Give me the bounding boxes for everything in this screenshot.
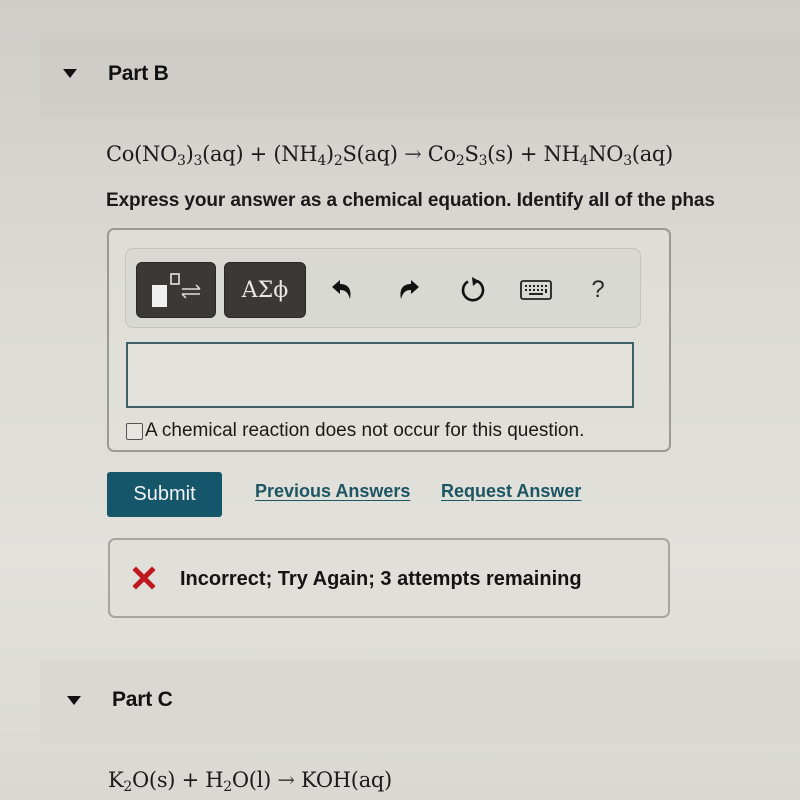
answer-panel: ΑΣϕ ? A chemical reaction does not occur… [107,228,671,452]
collapse-triangle-icon[interactable] [63,69,77,78]
reactant-2: (NH4)2S(aq) [273,142,398,169]
request-answer-link[interactable]: Request Answer [441,481,581,502]
reaction-arrow: → [270,768,302,792]
reactant-1-b: O [132,768,149,792]
product-1: Co2S3(s) [427,142,514,169]
plus-sign: + [175,768,206,792]
phase: (s) [148,768,176,792]
previous-answers-link[interactable]: Previous Answers [255,481,410,502]
subscript: 3 [623,153,632,169]
reactant-1: Co(NO3)3(aq) [106,142,244,169]
subscript: 2 [223,779,232,795]
math-toolbar: ΑΣϕ ? [125,248,641,328]
phase: (aq) [631,142,673,166]
templates-button[interactable] [136,262,216,318]
reactant-1-a: K [108,768,124,792]
page: Part B Co(NO3)3(aq) + (NH4)2S(aq) → Co2S… [0,0,800,800]
reactant-1: K2O(s) [108,768,176,795]
answer-input[interactable] [126,342,634,408]
help-button[interactable]: ? [581,273,615,307]
collapse-triangle-icon[interactable] [67,696,81,705]
keyboard-icon [520,280,552,300]
subscript: 3 [177,153,186,169]
redo-icon [400,280,419,299]
subscript: 4 [317,153,326,169]
redo-button[interactable] [391,273,425,307]
submit-button[interactable]: Submit [107,472,222,517]
product-2-b: NO [588,142,624,166]
reactant-2-rest: S [342,142,357,166]
part-c-header[interactable]: Part C [40,660,800,744]
undo-icon [332,280,351,299]
subscript: 3 [478,153,488,169]
product-1: KOH(aq) [301,768,392,792]
phase: (aq) [202,142,244,166]
no-reaction-label: A chemical reaction does not occur for t… [145,420,585,441]
reactant-2-a: H [205,768,224,792]
product-1-a: Co [427,142,456,166]
phase: (aq) [350,768,392,792]
part-b-header[interactable]: Part B [40,34,800,118]
reactant-1-paren: ) [185,142,194,166]
no-reaction-checkbox[interactable] [126,422,143,440]
undo-button[interactable] [326,273,360,307]
reactant-2-b: O [231,768,249,792]
plus-sign: + [243,142,274,166]
subscript: 2 [123,779,132,795]
feedback-text: Incorrect; Try Again; 3 attempts remaini… [180,568,582,590]
reactant-2: H2O(l) [205,768,272,795]
product-2-a: NH [543,142,580,166]
reset-button[interactable] [456,273,490,307]
templates-icon [152,273,201,307]
part-b-title: Part B [108,62,169,85]
part-c-equation: K2O(s) + H2O(l) → KOH(aq) [108,768,392,795]
instructions: Express your answer as a chemical equati… [106,190,715,211]
product-2: NH4NO3(aq) [543,142,673,169]
reactant-1-base: Co(NO [106,142,177,166]
product-1-b: S [464,142,479,166]
plus-sign: + [513,142,544,166]
reaction-arrow: → [397,142,428,166]
phase: (aq) [356,142,398,166]
incorrect-x-icon [132,566,156,590]
phase: (l) [248,768,272,792]
reactant-2-close: ) [325,142,334,166]
subscript: 4 [579,153,589,169]
feedback-box: Incorrect; Try Again; 3 attempts remaini… [108,538,670,618]
product-1-a: KOH [301,768,351,792]
part-c-title: Part C [112,688,173,711]
no-reaction-option[interactable]: A chemical reaction does not occur for t… [126,420,584,442]
reactant-2-open: (NH [273,142,318,166]
phase: (s) [487,142,514,166]
subscript: 3 [193,153,203,169]
reset-icon [461,277,485,302]
part-b-equation: Co(NO3)3(aq) + (NH4)2S(aq) → Co2S3(s) + … [106,142,673,169]
keyboard-button[interactable] [519,273,553,307]
symbols-button[interactable]: ΑΣϕ [224,262,306,318]
